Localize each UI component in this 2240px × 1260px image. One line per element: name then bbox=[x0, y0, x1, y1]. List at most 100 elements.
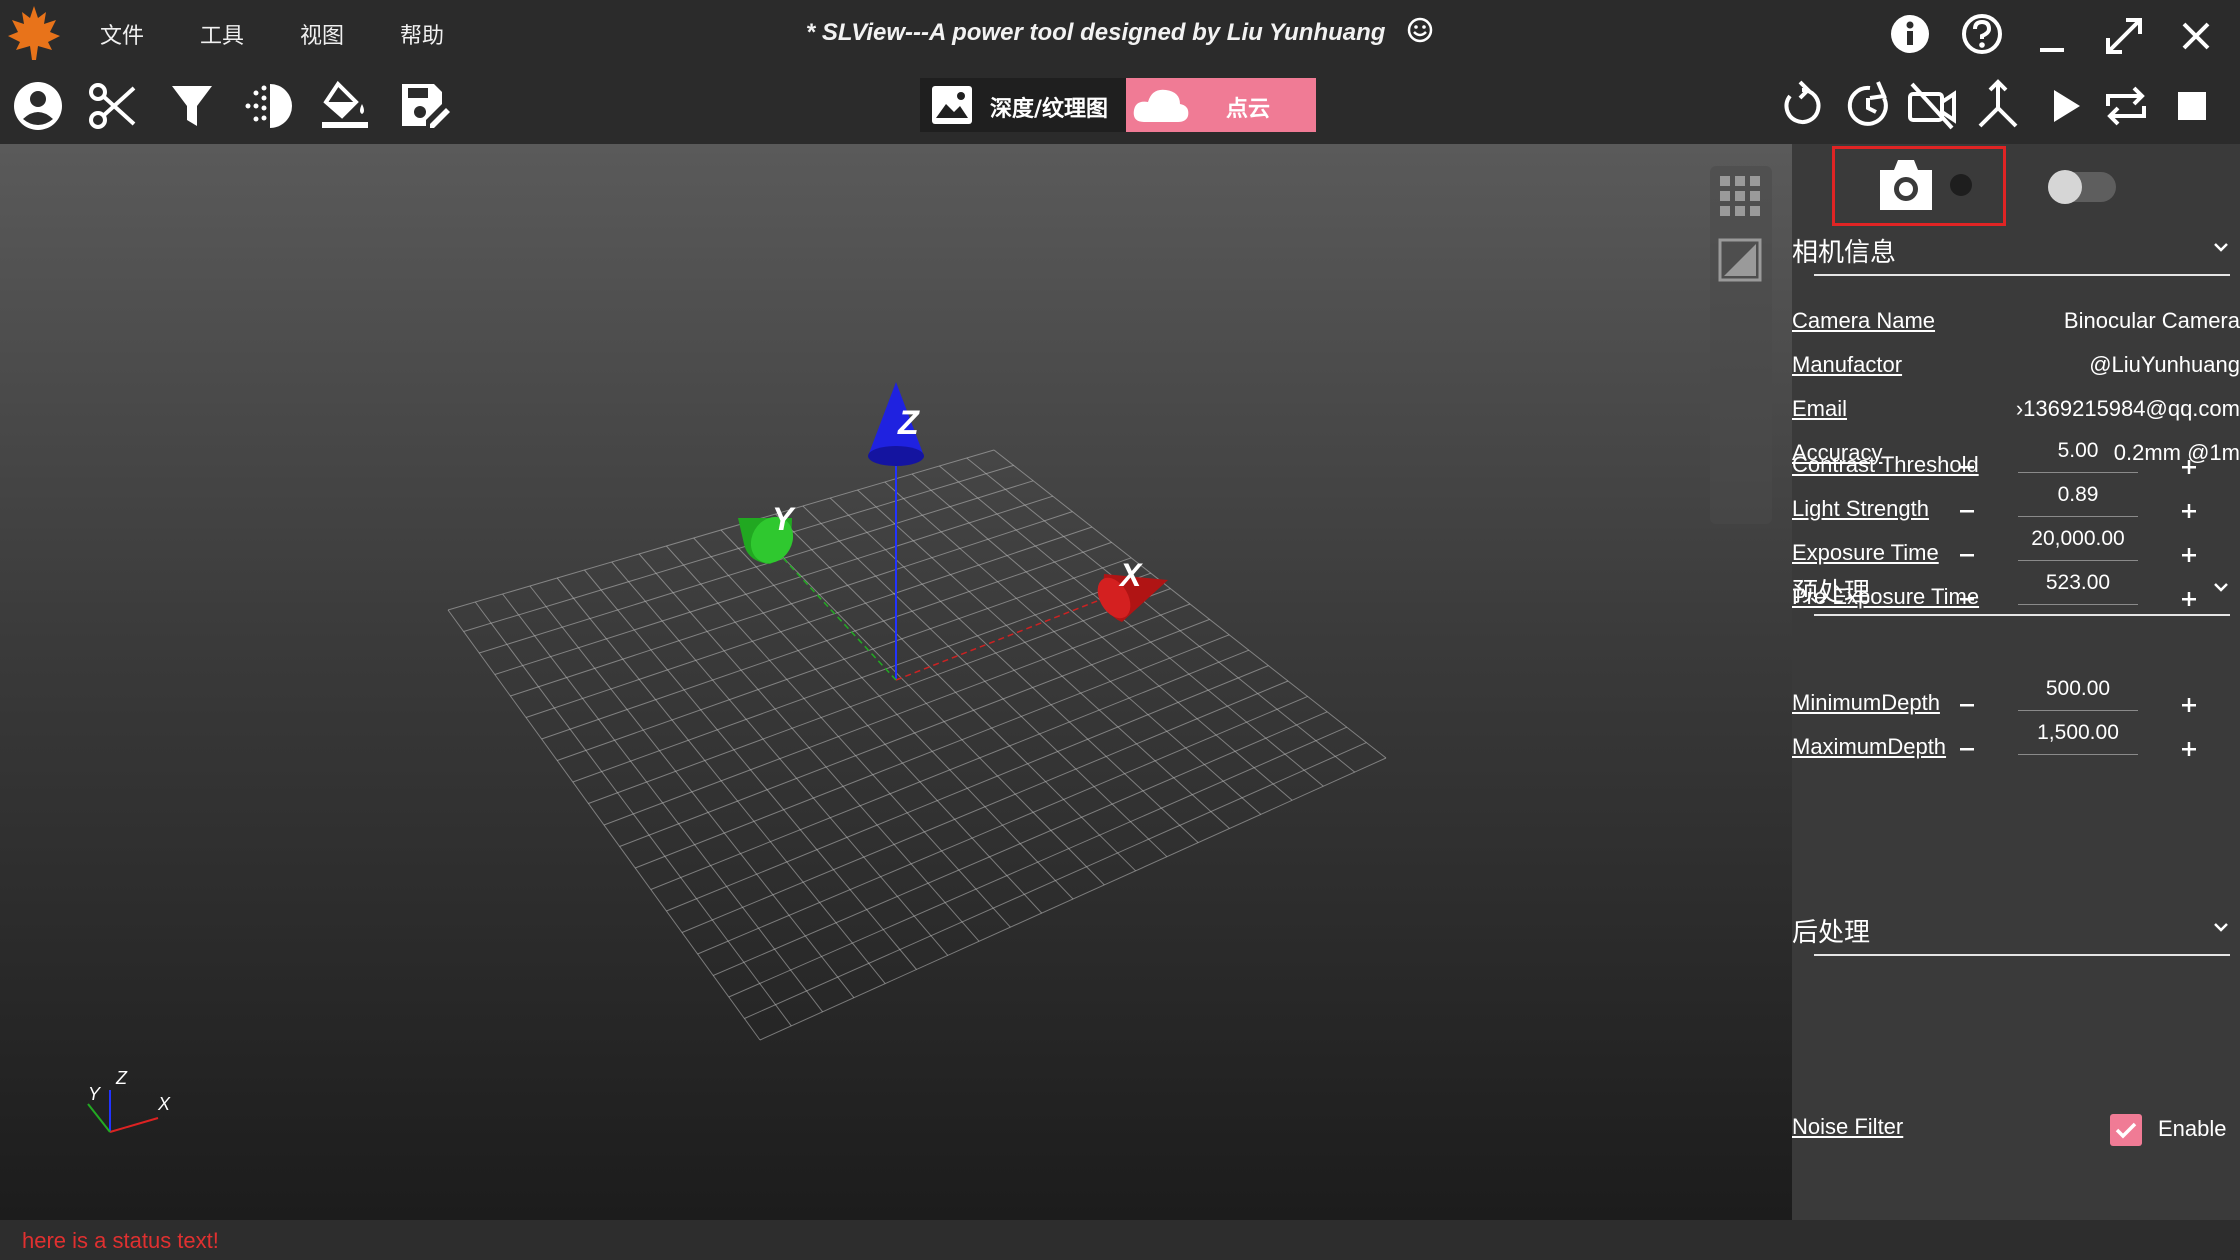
minus-icon bbox=[1960, 598, 1974, 601]
close-icon[interactable] bbox=[2168, 8, 2224, 64]
postprocess-param-input[interactable]: 500.00 bbox=[2018, 674, 2138, 711]
decrement-button[interactable] bbox=[1954, 454, 1980, 480]
grid-line bbox=[728, 726, 1348, 998]
postprocess-param-input[interactable]: 1,500.00 bbox=[2018, 718, 2138, 755]
point-cloud-mode-button[interactable]: 点云 bbox=[1126, 78, 1316, 132]
view-mode-switch: 深度/纹理图 点云 bbox=[920, 78, 1316, 132]
decrement-button[interactable] bbox=[1954, 586, 1980, 612]
repeat-icon[interactable] bbox=[2098, 78, 2154, 134]
decrement-button[interactable] bbox=[1954, 692, 1980, 718]
increment-button[interactable] bbox=[2176, 586, 2202, 612]
reset-view-icon[interactable] bbox=[1840, 78, 1896, 134]
decrement-button[interactable] bbox=[1954, 542, 1980, 568]
chevron-down-icon bbox=[2212, 918, 2230, 936]
chevron-down-icon bbox=[2212, 238, 2230, 256]
filter-icon[interactable] bbox=[164, 78, 220, 134]
preprocess-param-input[interactable]: 5.00 bbox=[2018, 436, 2138, 473]
postprocess-section-header[interactable]: 后处理 bbox=[1792, 908, 2230, 956]
help-icon[interactable] bbox=[1954, 8, 2010, 64]
plus-icon bbox=[2182, 548, 2196, 562]
noise-filter-checkbox[interactable] bbox=[2110, 1114, 2142, 1146]
rotate-ccw-icon[interactable] bbox=[1774, 78, 1830, 134]
camera-info-label: Manufactor bbox=[1792, 352, 1903, 377]
increment-button[interactable] bbox=[2176, 498, 2202, 524]
postprocess-title: 后处理 bbox=[1792, 918, 1871, 948]
info-icon[interactable] bbox=[1882, 8, 1938, 64]
grid-line bbox=[993, 449, 1387, 759]
stop-icon[interactable] bbox=[2164, 78, 2220, 134]
user-icon[interactable] bbox=[10, 78, 66, 134]
decrement-button[interactable] bbox=[1954, 736, 1980, 762]
postprocess-param-label: MaximumDepth bbox=[1792, 734, 1947, 759]
section-divider bbox=[1814, 954, 2230, 956]
fill-bucket-icon[interactable] bbox=[318, 78, 374, 134]
plus-icon bbox=[2182, 698, 2196, 712]
point-density-icon[interactable] bbox=[240, 78, 296, 134]
increment-button[interactable] bbox=[2176, 736, 2202, 762]
preprocess-param-label: Pre Exposure Time bbox=[1792, 584, 1980, 609]
increment-button[interactable] bbox=[2176, 542, 2202, 568]
ground-grid bbox=[447, 449, 1387, 1041]
smiley-icon bbox=[1406, 16, 1434, 51]
postprocess-param-label: MinimumDepth bbox=[1792, 690, 1940, 715]
image-icon bbox=[932, 86, 972, 129]
decrement-button[interactable] bbox=[1954, 498, 1980, 524]
section-divider bbox=[1814, 274, 2230, 276]
gizmo-x-label: X bbox=[157, 1094, 171, 1114]
minus-icon bbox=[1960, 466, 1974, 469]
grid-line bbox=[744, 742, 1367, 1019]
preprocess-param-input[interactable]: 523.00 bbox=[2018, 568, 2138, 605]
camera-off-icon[interactable] bbox=[1904, 78, 1960, 134]
grid-line bbox=[759, 757, 1387, 1041]
capture-toggle-switch[interactable] bbox=[2048, 170, 2116, 204]
gizmo-y-label: Y bbox=[88, 1084, 102, 1104]
z-axis-label: Z bbox=[897, 404, 920, 442]
merge-axes-icon[interactable] bbox=[1970, 78, 2026, 134]
play-icon[interactable] bbox=[2036, 78, 2092, 134]
preprocess-param-label: Contrast Threshold bbox=[1792, 452, 1979, 477]
maximize-icon[interactable] bbox=[2096, 8, 2152, 64]
chevron-down-icon bbox=[2212, 578, 2230, 596]
y-axis-label: Y bbox=[772, 501, 796, 537]
depth-texture-label: 深度/纹理图 bbox=[990, 97, 1109, 122]
camera-info-section-header[interactable]: 相机信息 bbox=[1792, 228, 2230, 276]
preprocess-param-input[interactable]: 20,000.00 bbox=[2018, 524, 2138, 561]
gizmo-z-label: Z bbox=[115, 1068, 128, 1088]
minus-icon bbox=[1960, 748, 1974, 751]
noise-filter-label: Noise Filter bbox=[1792, 1114, 1904, 1139]
preprocess-param-label: Exposure Time bbox=[1792, 540, 1939, 565]
camera-icon bbox=[1880, 160, 1932, 210]
preprocess-param-label: Light Strength bbox=[1792, 496, 1929, 521]
camera-info-label: Email bbox=[1792, 396, 1848, 421]
point-cloud-viewport[interactable]: Z Y X Z Y X bbox=[0, 144, 1792, 1220]
properties-panel: 相机信息 Camera Name Binocular Camera Manufact… bbox=[1792, 144, 2240, 1220]
checkmark-icon bbox=[2115, 1122, 2137, 1139]
increment-button[interactable] bbox=[2176, 692, 2202, 718]
plus-icon bbox=[2182, 742, 2196, 756]
cloud-icon bbox=[1132, 86, 1190, 131]
title-bar: 文件 工具 视图 帮助 * SLView---A power tool desi… bbox=[0, 0, 2240, 144]
camera-capture-button[interactable] bbox=[1876, 154, 1936, 216]
preprocess-param-input[interactable]: 0.89 bbox=[2018, 480, 2138, 517]
depth-texture-mode-button[interactable]: 深度/纹理图 bbox=[920, 78, 1126, 132]
section-divider bbox=[1814, 614, 2230, 616]
noise-filter-enable-label: Enable bbox=[2158, 1116, 2227, 1141]
plus-icon bbox=[2182, 460, 2196, 474]
x-axis-label: X bbox=[1118, 557, 1143, 593]
orientation-gizmo: Z Y X bbox=[87, 1068, 171, 1133]
camera-info-title: 相机信息 bbox=[1792, 238, 1897, 268]
save-edit-icon[interactable] bbox=[396, 78, 452, 134]
minus-icon bbox=[1960, 510, 1974, 513]
camera-info-value: ›1369215984@qq.com bbox=[2015, 396, 2240, 421]
grid-line bbox=[966, 457, 1356, 773]
increment-button[interactable] bbox=[2176, 454, 2202, 480]
grid-line bbox=[939, 465, 1324, 787]
toggle-knob bbox=[2048, 170, 2082, 204]
plus-icon bbox=[2182, 504, 2196, 518]
minimize-icon[interactable] bbox=[2024, 8, 2080, 64]
camera-info-value: Binocular Camera bbox=[2063, 308, 2240, 333]
minus-icon bbox=[1960, 704, 1974, 707]
camera-info-label: Camera Name bbox=[1792, 308, 1936, 333]
scissors-icon[interactable] bbox=[86, 78, 142, 134]
minus-icon bbox=[1960, 554, 1974, 557]
